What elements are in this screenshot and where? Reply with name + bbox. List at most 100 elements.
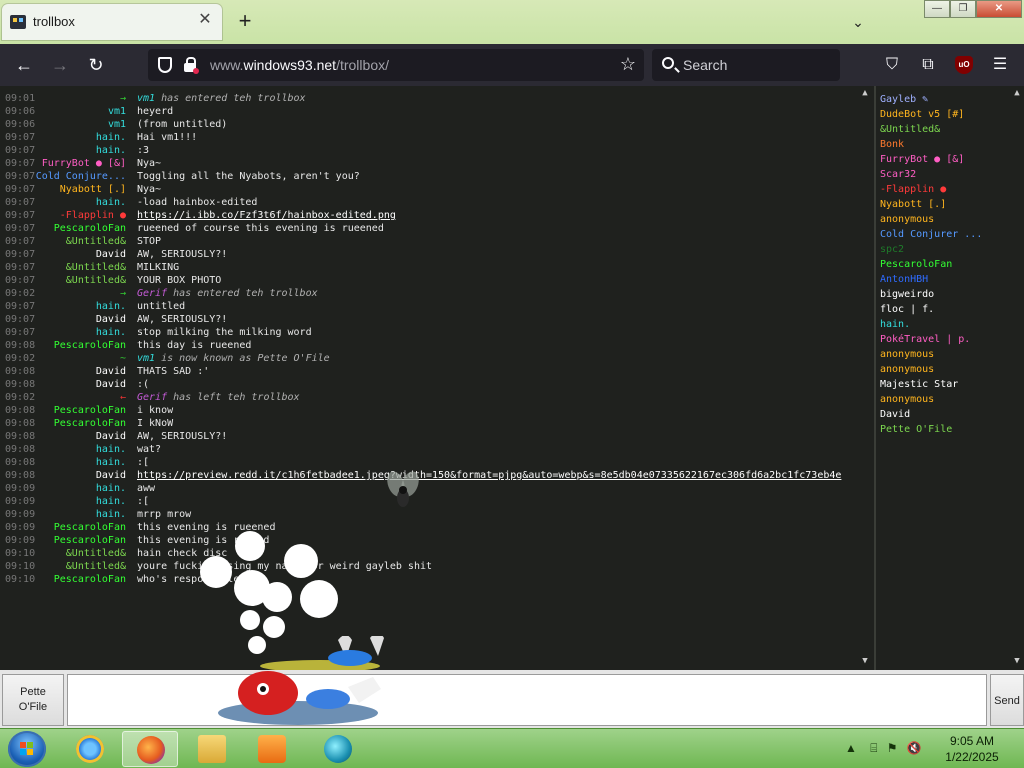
message-link[interactable]: https://preview.redd.it/c1h6fetbadee1.jp… — [137, 470, 841, 481]
message-nickname[interactable]: PescaroloFan — [54, 339, 126, 352]
message-nickname[interactable]: PescaroloFan — [54, 417, 126, 430]
scroll-up-arrow-icon[interactable]: ▲ — [860, 88, 870, 98]
message-nickname[interactable]: hain. — [96, 131, 126, 144]
forward-arrow-icon[interactable]: → — [48, 53, 72, 77]
message-nickname[interactable]: -Flapplin ● — [60, 209, 126, 222]
tray-device-icon[interactable]: ⌸ — [870, 741, 877, 755]
message-link[interactable]: https://i.ibb.co/Fzf3t6f/hainbox-edited.… — [137, 210, 396, 221]
close-window-button[interactable]: ✕ — [976, 0, 1022, 18]
lock-icon[interactable] — [184, 57, 199, 74]
address-bar[interactable]: www.windows93.net/trollbox/ ☆ — [148, 49, 644, 81]
extensions-puzzle-icon[interactable]: ⧉ — [918, 55, 938, 75]
user-list-item[interactable]: anonymous — [876, 392, 1024, 407]
message-nickname[interactable]: &Untitled& — [66, 547, 126, 560]
browser-tab-trollbox[interactable]: trollbox ✕ — [2, 4, 222, 40]
minimize-button[interactable]: — — [924, 0, 950, 18]
user-list-item[interactable]: Cold Conjurer ... — [876, 227, 1024, 242]
message-nickname[interactable]: PescaroloFan — [54, 534, 126, 547]
user-list-item[interactable]: FurryBot ● [&] — [876, 152, 1024, 167]
userlist-scroll-down-arrow-icon[interactable]: ▼ — [1012, 656, 1022, 666]
user-list-item[interactable]: bigweirdo — [876, 287, 1024, 302]
message-nickname[interactable]: → — [120, 287, 126, 300]
taskbar-app-globe[interactable] — [310, 731, 366, 767]
user-list-item[interactable]: PokéTravel | p. — [876, 332, 1024, 347]
message-nickname[interactable]: David — [96, 378, 126, 391]
user-list-item[interactable]: anonymous — [876, 362, 1024, 377]
message-nickname[interactable]: hain. — [96, 326, 126, 339]
user-list-item[interactable]: anonymous — [876, 212, 1024, 227]
taskbar-media-player[interactable] — [244, 731, 300, 767]
send-button[interactable]: Send — [990, 674, 1024, 726]
message-nickname[interactable]: ← — [120, 391, 126, 404]
scroll-down-arrow-icon[interactable]: ▼ — [860, 656, 870, 666]
message-nickname[interactable]: hain. — [96, 508, 126, 521]
message-nickname[interactable]: &Untitled& — [66, 235, 126, 248]
user-list-item[interactable]: Scar32 — [876, 167, 1024, 182]
chat-scrollbar[interactable]: ▲ ▼ — [858, 86, 872, 670]
message-nickname[interactable]: hain. — [96, 144, 126, 157]
taskbar-firefox[interactable] — [122, 731, 178, 767]
user-list-item[interactable]: David — [876, 407, 1024, 422]
message-nickname[interactable]: David — [96, 430, 126, 443]
tab-close-icon[interactable]: ✕ — [196, 11, 214, 29]
message-nickname[interactable]: &Untitled& — [66, 274, 126, 287]
taskbar-file-explorer[interactable] — [184, 731, 240, 767]
user-list-item[interactable]: &Untitled& — [876, 122, 1024, 137]
hamburger-menu-icon[interactable]: ☰ — [990, 55, 1010, 75]
bookmark-star-icon[interactable]: ☆ — [620, 54, 636, 75]
message-nickname[interactable]: &Untitled& — [66, 560, 126, 573]
message-nickname[interactable]: PescaroloFan — [54, 404, 126, 417]
message-nickname[interactable]: hain. — [96, 482, 126, 495]
user-list-item[interactable]: DudeBot v5 [#] — [876, 107, 1024, 122]
message-input[interactable] — [67, 671, 987, 726]
user-list-item[interactable]: floc | f. — [876, 302, 1024, 317]
ublock-origin-icon[interactable]: uO — [955, 56, 973, 74]
tab-list-chevron-icon[interactable]: ⌄ — [846, 10, 870, 34]
message-nickname[interactable]: hain. — [96, 196, 126, 209]
message-nickname[interactable]: vm1 — [108, 105, 126, 118]
tray-expand-arrow-icon[interactable]: ▲ — [845, 741, 857, 755]
new-tab-button[interactable]: + — [233, 10, 257, 34]
message-nickname[interactable]: David — [96, 365, 126, 378]
back-arrow-icon[interactable]: ← — [12, 53, 36, 77]
user-list-item[interactable]: Majestic Star — [876, 377, 1024, 392]
message-nickname[interactable]: Nyabott [.] — [60, 183, 126, 196]
message-nickname[interactable]: hain. — [96, 443, 126, 456]
message-nickname[interactable]: FurryBot ● [&] — [42, 157, 126, 170]
tray-volume-muted-icon[interactable]: 🔇 — [907, 741, 922, 755]
nickname-button[interactable]: Pette O'File — [2, 674, 64, 726]
maximize-button[interactable]: ❐ — [950, 0, 976, 18]
message-nickname[interactable]: David — [96, 469, 126, 482]
search-bar[interactable]: Search — [652, 49, 840, 81]
user-list-item[interactable]: hain. — [876, 317, 1024, 332]
message-nickname[interactable]: PescaroloFan — [54, 573, 126, 586]
message-nickname[interactable]: PescaroloFan — [54, 222, 126, 235]
message-nickname[interactable]: hain. — [96, 300, 126, 313]
chat-log[interactable]: 09:01 → vm1 has entered teh trollbox 09:06 v… — [0, 86, 872, 670]
user-list-item[interactable]: -Flapplin ● — [876, 182, 1024, 197]
message-nickname[interactable]: &Untitled& — [66, 261, 126, 274]
message-nickname[interactable]: Cold Conjure... — [36, 170, 126, 183]
user-list-item[interactable]: Gayleb ✎ — [876, 92, 1024, 107]
taskbar-internet-explorer[interactable] — [62, 731, 118, 767]
system-clock[interactable]: 9:05 AM 1/22/2025 — [940, 733, 1004, 765]
message-nickname[interactable]: David — [96, 313, 126, 326]
userlist-scroll-up-arrow-icon[interactable]: ▲ — [1012, 88, 1022, 98]
user-list-item[interactable]: spc2 — [876, 242, 1024, 257]
tracking-protection-shield-icon[interactable] — [158, 57, 172, 73]
message-nickname[interactable]: ~ — [120, 352, 126, 365]
user-list-item[interactable]: AntonHBH — [876, 272, 1024, 287]
message-nickname[interactable]: → — [120, 92, 126, 105]
user-list-item[interactable]: Bonk — [876, 137, 1024, 152]
user-list-item[interactable]: PescaroloFan — [876, 257, 1024, 272]
reload-icon[interactable]: ↻ — [84, 53, 108, 77]
message-nickname[interactable]: David — [96, 248, 126, 261]
user-list-item[interactable]: anonymous — [876, 347, 1024, 362]
tray-flag-icon[interactable]: ⚑ — [887, 741, 898, 755]
url-text[interactable]: www.windows93.net/trollbox/ — [210, 57, 389, 73]
start-button[interactable] — [8, 731, 46, 767]
message-nickname[interactable]: hain. — [96, 495, 126, 508]
user-list-item[interactable]: Nyabott [.] — [876, 197, 1024, 212]
message-nickname[interactable]: hain. — [96, 456, 126, 469]
message-nickname[interactable]: PescaroloFan — [54, 521, 126, 534]
